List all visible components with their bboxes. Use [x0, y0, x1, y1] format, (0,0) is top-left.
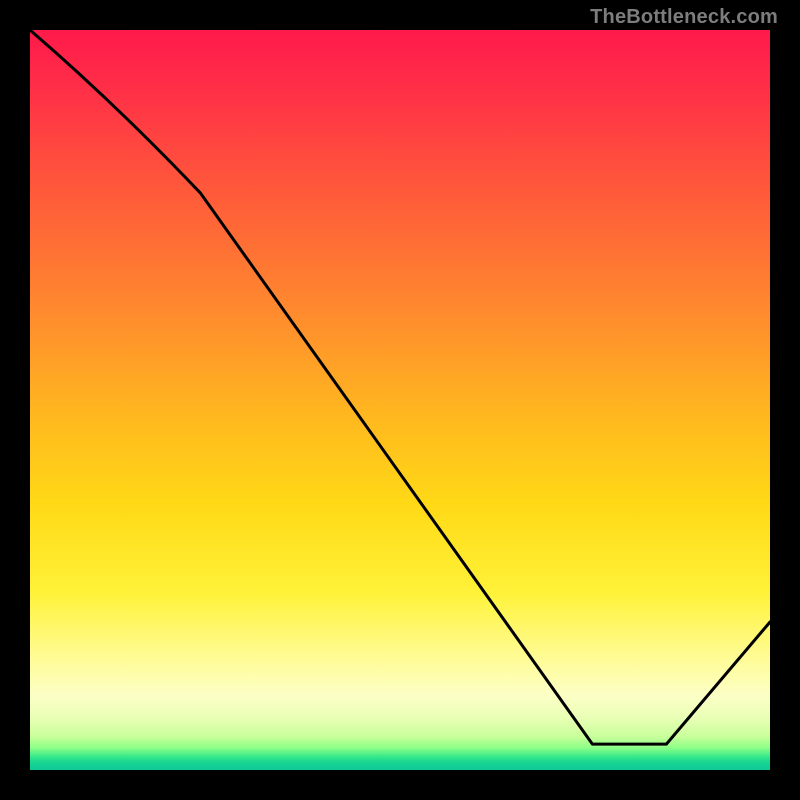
chart-frame: TheBottleneck.com: [0, 0, 800, 800]
plot-area: [30, 30, 770, 770]
bottleneck-curve: [30, 30, 770, 744]
curve-svg: [30, 30, 770, 770]
watermark-text: TheBottleneck.com: [590, 6, 778, 29]
